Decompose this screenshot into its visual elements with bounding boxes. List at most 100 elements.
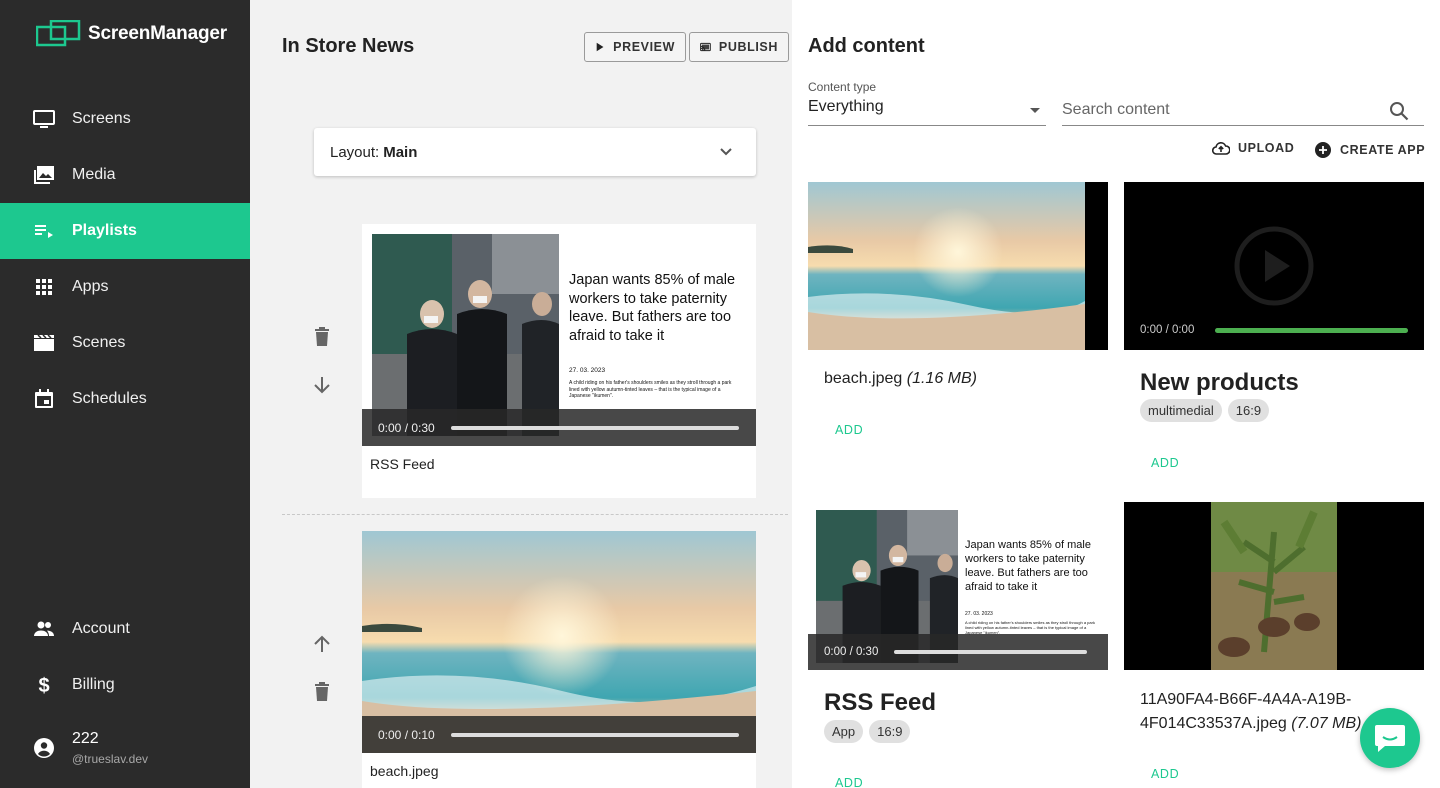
sidebar-item-playlists[interactable]: Playlists (0, 203, 250, 259)
trash-icon[interactable] (310, 325, 334, 349)
progress-track[interactable] (450, 425, 739, 430)
play-circle-icon (1234, 226, 1314, 306)
content-type-label: Content type (808, 80, 877, 94)
progress-fill (1215, 328, 1408, 333)
video-player-bar[interactable]: 0:00 / 0:30 (808, 634, 1108, 670)
cloud-upload-icon (1212, 142, 1230, 155)
play-icon (596, 42, 604, 52)
tile-chips: App 16:9 (824, 720, 916, 743)
rss-photo-thumbnail (372, 234, 559, 436)
sidebar-item-label: Media (72, 166, 116, 183)
layout-select[interactable]: Layout: Main (314, 128, 756, 176)
progress-track[interactable] (894, 650, 1088, 654)
add-content-panel: Add content Content type Everything UPLO… (792, 0, 1440, 788)
player-time: 0:00 / 0:10 (378, 727, 435, 742)
playlist-editor: In Store News PREVIEW PUBLISH Layout: Ma… (250, 0, 792, 788)
chip: App (824, 720, 864, 743)
arrow-down-icon[interactable] (310, 373, 334, 397)
player-time: 0:00 / 0:30 (378, 420, 435, 435)
dropdown-caret-icon (1030, 108, 1040, 113)
add-button[interactable]: ADD (835, 423, 863, 437)
apps-grid-icon (32, 275, 56, 299)
sidebar-item-label: Screens (72, 110, 131, 127)
avatar-icon (34, 738, 54, 758)
playlist-item-rss-feed[interactable]: Japan wants 85% of male workers to take … (362, 224, 756, 498)
rss-headline: Japan wants 85% of male workers to take … (965, 539, 1091, 593)
sidebar-item-screens[interactable]: Screens (0, 91, 250, 147)
upload-button[interactable]: UPLOAD (1212, 141, 1294, 155)
sidebar-item-media[interactable]: Media (0, 147, 250, 203)
dollar-icon: $ (32, 673, 56, 697)
preview-button[interactable]: PREVIEW (584, 32, 686, 62)
sidebar-item-billing[interactable]: $ Billing (0, 657, 250, 713)
tile-thumbnail (1124, 502, 1424, 670)
chevron-down-icon (720, 148, 732, 156)
tile-thumbnail: Japan wants 85% of male workers to take … (808, 502, 1108, 670)
sidebar-item-schedules[interactable]: Schedules (0, 371, 250, 427)
rss-summary: A child riding on his father's shoulders… (569, 380, 732, 399)
publish-button[interactable]: PUBLISH (689, 32, 789, 62)
chat-bubble-icon (1375, 725, 1405, 752)
progress-track[interactable] (1215, 328, 1408, 333)
panel-title: Add content (808, 35, 925, 57)
tile-caption: beach.jpeg (1.16 MB) (824, 370, 977, 387)
user-handle: @trueslav.dev (72, 752, 148, 766)
tile-title: RSS Feed (824, 689, 937, 716)
media-icon (32, 163, 56, 187)
item-name: RSS Feed (370, 456, 435, 472)
tile-thumbnail: 0:00 / 0:00 (1124, 182, 1424, 350)
tile-title: New products (1140, 369, 1299, 396)
sidebar-item-label: Billing (72, 676, 115, 693)
sidebar-item-label: Apps (72, 278, 109, 295)
player-time: 0:00 / 0:00 (1140, 324, 1195, 336)
sidebar-item-apps[interactable]: Apps (0, 259, 250, 315)
chat-button[interactable] (1360, 708, 1420, 768)
calendar-icon (32, 387, 56, 411)
playlist-item-beach[interactable]: 0:00 / 0:10 beach.jpeg (362, 531, 756, 788)
content-tile-beach[interactable]: beach.jpeg (1.16 MB) ADD (808, 182, 1108, 492)
playlist-icon (32, 219, 56, 243)
add-circle-icon (1315, 142, 1331, 158)
sidebar-item-label: Schedules (72, 390, 147, 407)
user-profile[interactable]: 222 @trueslav.dev (32, 730, 148, 766)
sidebar-item-label: Playlists (72, 222, 137, 239)
tile-caption: 11A90FA4-B66F-4A4A-A19B- 4F014C33537A.jp… (1140, 691, 1362, 732)
tile-thumbnail (808, 182, 1108, 350)
content-tile-rss-feed[interactable]: Japan wants 85% of male workers to take … (808, 502, 1108, 788)
people-icon (32, 617, 56, 641)
search-input[interactable] (1062, 98, 1424, 126)
add-button[interactable]: ADD (1151, 456, 1179, 470)
sidebar-item-label: Account (72, 620, 130, 637)
add-button[interactable]: ADD (835, 776, 863, 788)
page-title: In Store News (282, 35, 415, 57)
layout-value: Main (383, 143, 418, 161)
chip: 16:9 (869, 720, 911, 743)
user-name: 222 (72, 730, 99, 747)
item-name: beach.jpeg (370, 763, 439, 779)
layout-label: Layout: (330, 143, 380, 161)
sidebar-item-scenes[interactable]: Scenes (0, 315, 250, 371)
svg-text:$: $ (38, 675, 49, 697)
app-name: ScreenManager (88, 23, 227, 44)
rss-headline: Japan wants 85% of male workers to take … (569, 272, 736, 344)
create-app-button[interactable]: CREATE APP (1314, 141, 1425, 159)
add-button[interactable]: ADD (1151, 767, 1179, 781)
search-icon[interactable] (1388, 100, 1410, 122)
logo-icon (36, 20, 81, 47)
sidebar-item-account[interactable]: Account (0, 601, 250, 657)
sidebar-item-label: Scenes (72, 334, 126, 351)
sidebar: ScreenManager Screens Media Playlists Ap… (0, 0, 250, 788)
progress-track[interactable] (450, 732, 739, 737)
trash-icon[interactable] (310, 680, 334, 704)
video-player-bar[interactable]: 0:00 / 0:10 (362, 716, 756, 753)
arrow-up-icon[interactable] (310, 632, 334, 656)
content-tile-new-products[interactable]: 0:00 / 0:00 New products multimedial 16:… (1124, 182, 1424, 492)
item-divider (282, 514, 788, 515)
cast-icon (700, 42, 711, 52)
rss-summary: A child riding on his father's shoulders… (965, 620, 1095, 635)
tile-chips: multimedial 16:9 (1140, 399, 1275, 422)
app-logo[interactable]: ScreenManager (36, 20, 227, 48)
video-player-bar[interactable]: 0:00 / 0:30 (362, 409, 756, 446)
content-type-select[interactable]: Everything (808, 98, 1046, 126)
chip: 16:9 (1227, 399, 1270, 422)
